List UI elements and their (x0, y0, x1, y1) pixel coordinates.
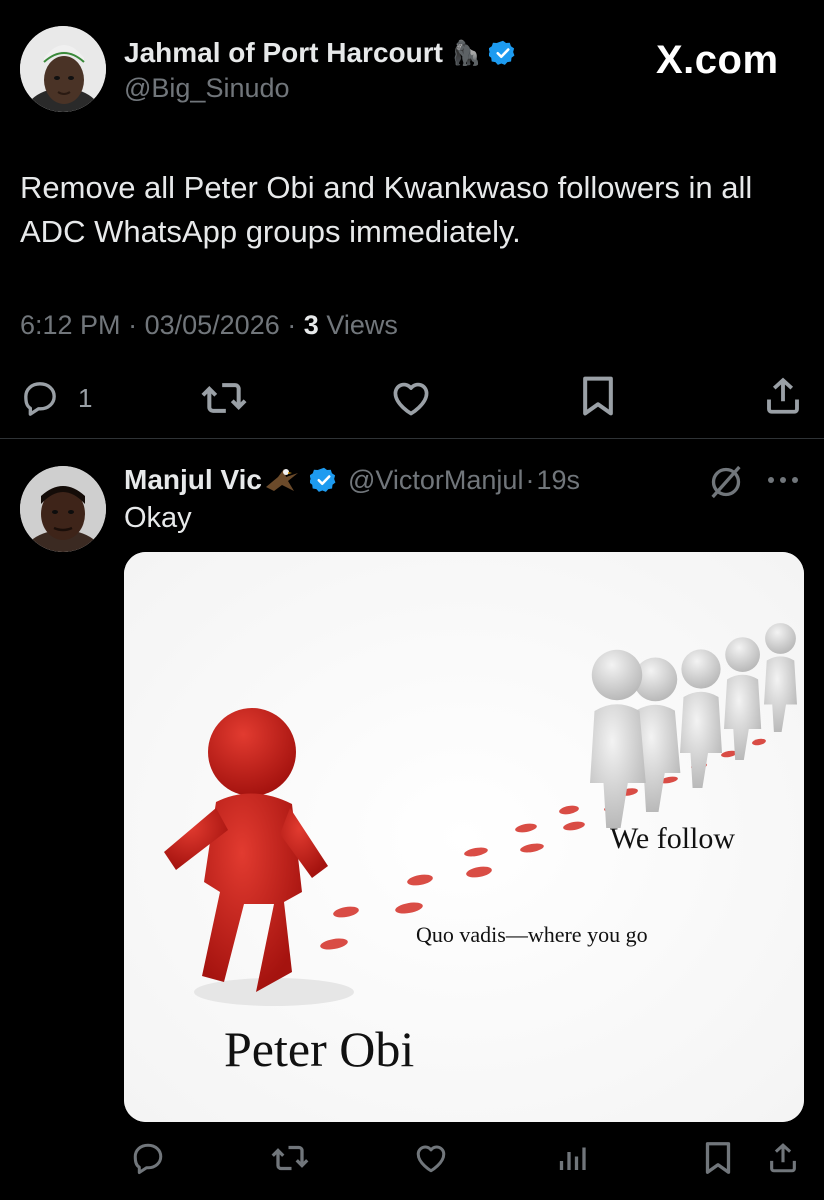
reply-icon[interactable] (20, 378, 60, 418)
post-views-count: 3 (303, 310, 319, 340)
post-divider (0, 438, 824, 439)
meta-separator-2: · (287, 310, 297, 340)
reply-author-name[interactable]: Manjul Vic (124, 464, 262, 496)
verified-badge-icon (488, 39, 517, 67)
post-time[interactable]: 6:12 PM (20, 310, 121, 340)
post-date[interactable]: 03/05/2026 (145, 310, 280, 340)
share-icon[interactable] (762, 374, 804, 418)
reply-time[interactable]: 19s (536, 465, 580, 496)
post-author-emoji: 🦍 (450, 39, 481, 67)
reply-text: Okay (124, 502, 192, 534)
post-meta: 6:12 PM · 03/05/2026 · 3 Views (20, 310, 398, 341)
repost-icon[interactable] (270, 1140, 310, 1176)
avatar-jahmal[interactable] (20, 26, 106, 112)
post-author-name[interactable]: Jahmal of Port Harcourt (124, 37, 443, 69)
heart-icon[interactable] (412, 1140, 450, 1176)
more-icon[interactable] (764, 470, 802, 490)
reply-handle[interactable]: @VictorManjul (348, 465, 523, 496)
bookmark-icon[interactable] (578, 374, 618, 418)
post-handle[interactable]: @Big_Sinudo (124, 73, 290, 104)
reply-separator: · (525, 464, 535, 495)
xcom-brand: X.com (656, 38, 779, 82)
grok-icon[interactable] (706, 462, 746, 502)
reply-count: 1 (78, 383, 93, 413)
media-caption-we-follow: We follow (610, 822, 736, 855)
post-author-row: Jahmal of Port Harcourt 🦍 (124, 36, 517, 70)
analytics-icon[interactable] (554, 1140, 590, 1176)
repost-icon[interactable] (200, 376, 248, 420)
post-text: Remove all Peter Obi and Kwankwaso follo… (20, 170, 753, 249)
media-caption-quo-vadis: Quo vadis—where you go (416, 922, 648, 947)
media-caption-peter-obi: Peter Obi (224, 1021, 415, 1077)
reply-media-image[interactable]: We follow Quo vadis—where you go Peter O… (124, 552, 804, 1122)
heart-icon[interactable] (388, 376, 434, 420)
reply-header-row: Manjul Vic @VictorManjul · 19s (124, 462, 580, 498)
post-views-label: Views (326, 310, 398, 340)
bookmark-icon[interactable] (702, 1140, 734, 1176)
reply-icon[interactable] (130, 1140, 166, 1176)
meta-separator-1: · (128, 310, 138, 340)
avatar-manjul[interactable] (20, 466, 106, 552)
verified-badge-icon (309, 466, 338, 494)
eagle-emoji-icon (264, 465, 300, 495)
share-icon[interactable] (766, 1140, 800, 1176)
